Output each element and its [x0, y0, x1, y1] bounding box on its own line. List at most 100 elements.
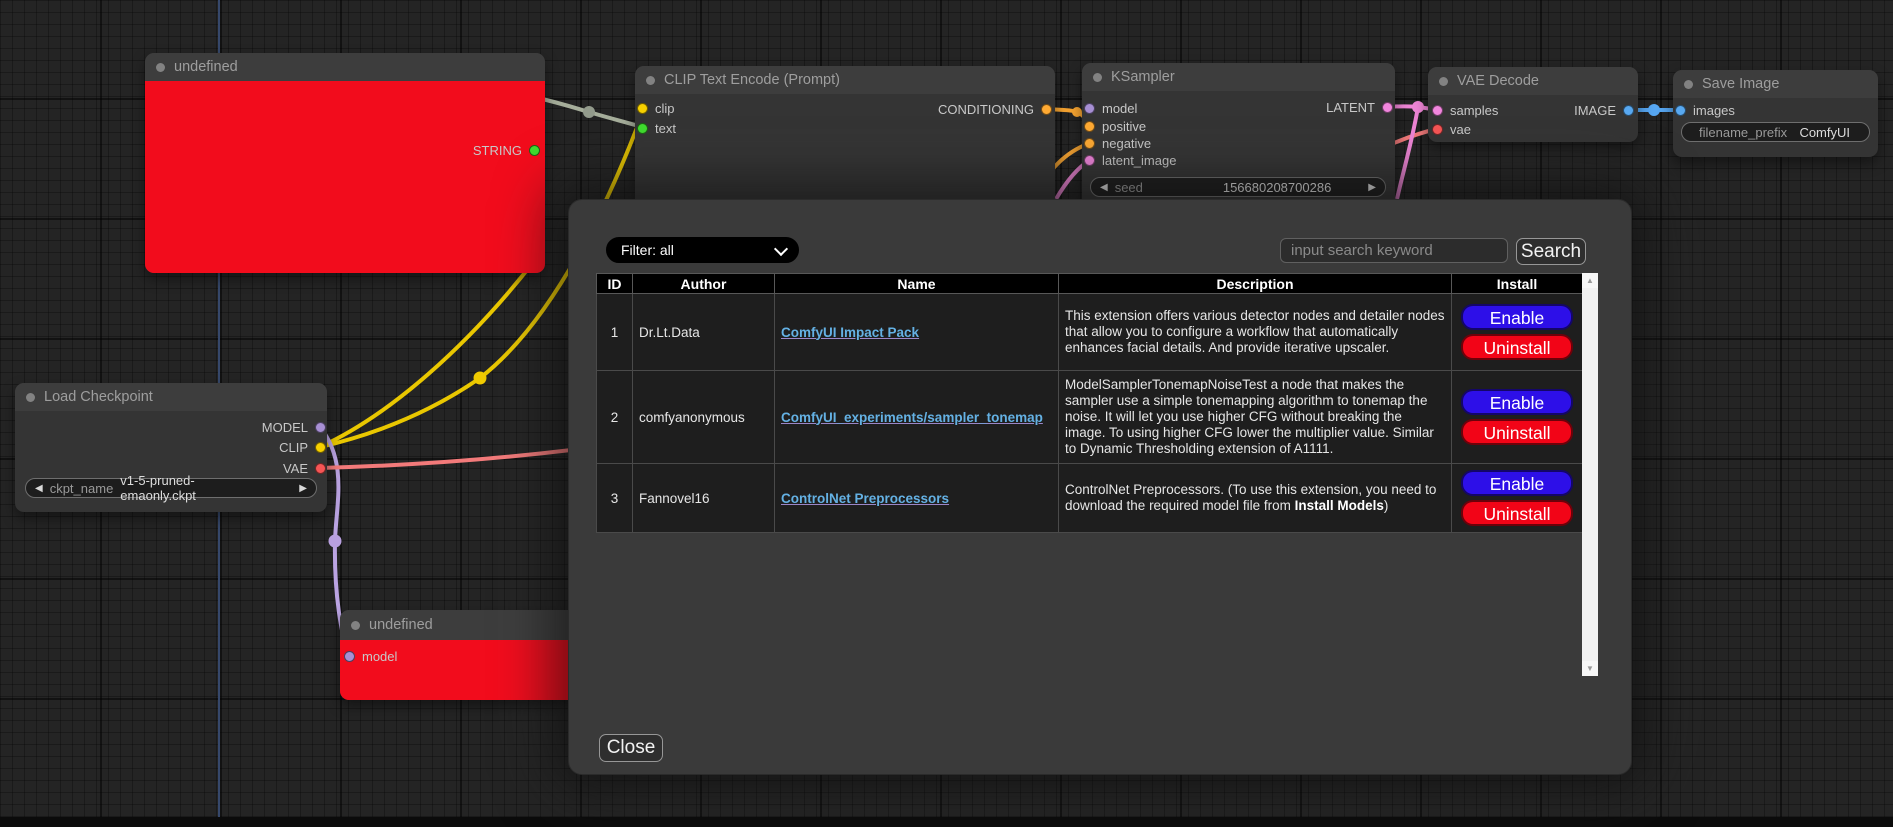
output-slot-string[interactable]: STRING: [473, 143, 540, 157]
slot-dot-clip[interactable]: [637, 103, 648, 114]
slot-dot-positive[interactable]: [1084, 121, 1095, 132]
node-clip-header[interactable]: CLIP Text Encode (Prompt): [635, 66, 1055, 94]
cell-description: This extension offers various detector n…: [1059, 294, 1452, 371]
reroute-dot-latent[interactable]: [1412, 101, 1424, 113]
prev-arrow-icon[interactable]: ◀: [35, 483, 43, 494]
slot-dot-samples[interactable]: [1432, 105, 1443, 116]
slot-label: MODEL: [262, 420, 308, 435]
table-scrollbar[interactable]: ▲ ▼: [1582, 273, 1598, 676]
enable-button[interactable]: Enable: [1461, 470, 1573, 496]
slot-dot-latent-image[interactable]: [1084, 155, 1095, 166]
node-ksampler-header[interactable]: KSampler: [1082, 63, 1395, 91]
search-button[interactable]: Search: [1516, 238, 1586, 265]
input-slot-clip[interactable]: clip: [637, 101, 675, 115]
input-slot-model[interactable]: model: [344, 649, 397, 663]
reroute-dot-conditioning[interactable]: [1072, 107, 1082, 117]
slot-dot-model-in[interactable]: [344, 651, 355, 662]
cell-author: Fannovel16: [633, 464, 775, 533]
node-status-dot: [26, 393, 35, 402]
seed-widget[interactable]: ◀ seed 156680208700286 ▶: [1090, 177, 1386, 197]
ckpt-name-widget[interactable]: ◀ ckpt_name v1-5-pruned-emaonly.ckpt ▶: [25, 478, 317, 498]
node-vae-decode[interactable]: VAE Decode samples vae IMAGE: [1428, 67, 1638, 142]
slot-label: images: [1693, 103, 1735, 118]
node-load-checkpoint-header[interactable]: Load Checkpoint: [15, 383, 327, 411]
node-save-image[interactable]: Save Image images filename_prefix ComfyU…: [1673, 70, 1878, 157]
slot-dot-model[interactable]: [1084, 103, 1095, 114]
input-slot-latent-image[interactable]: latent_image: [1084, 153, 1176, 167]
input-slot-images[interactable]: images: [1675, 103, 1735, 117]
input-slot-vae[interactable]: vae: [1432, 122, 1471, 136]
output-slot-model[interactable]: MODEL: [262, 420, 326, 434]
node-status-dot: [156, 63, 165, 72]
node-undefined-top-header[interactable]: undefined: [145, 53, 545, 81]
input-slot-samples[interactable]: samples: [1432, 103, 1498, 117]
next-arrow-icon[interactable]: ▶: [299, 483, 307, 494]
filter-dropdown-wrap: Filter: all: [606, 237, 799, 263]
slot-label: vae: [1450, 122, 1471, 137]
node-title: VAE Decode: [1457, 73, 1539, 89]
node-graph-canvas[interactable]: undefined STRING CLIP Text Encode (Promp…: [0, 0, 1893, 827]
node-vae-header[interactable]: VAE Decode: [1428, 67, 1638, 95]
widget-value: v1-5-pruned-emaonly.ckpt: [120, 473, 270, 503]
output-slot-image[interactable]: IMAGE: [1574, 103, 1634, 117]
slot-dot-negative[interactable]: [1084, 138, 1095, 149]
slot-dot-image[interactable]: [1623, 105, 1634, 116]
slot-dot-images[interactable]: [1675, 105, 1686, 116]
node-save-header[interactable]: Save Image: [1673, 70, 1878, 98]
filename-prefix-widget[interactable]: filename_prefix ComfyUI: [1681, 122, 1870, 142]
input-slot-positive[interactable]: positive: [1084, 119, 1146, 133]
slot-dot-vae-out[interactable]: [315, 463, 326, 474]
wire-latent-branch: [1397, 107, 1418, 199]
close-button[interactable]: Close: [599, 734, 663, 762]
extension-link[interactable]: ComfyUI Impact Pack: [781, 325, 919, 340]
input-slot-negative[interactable]: negative: [1084, 136, 1151, 150]
uninstall-button[interactable]: Uninstall: [1461, 500, 1573, 526]
header-description: Description: [1059, 274, 1452, 294]
enable-button[interactable]: Enable: [1461, 389, 1573, 415]
slot-dot-string[interactable]: [529, 145, 540, 156]
filter-dropdown[interactable]: Filter: all: [606, 237, 799, 263]
slot-label: IMAGE: [1574, 103, 1616, 118]
input-slot-text[interactable]: text: [637, 121, 676, 135]
slot-dot-latent[interactable]: [1382, 102, 1393, 113]
slot-label: VAE: [283, 461, 308, 476]
node-undefined-top[interactable]: undefined STRING: [145, 53, 545, 273]
node-load-checkpoint[interactable]: Load Checkpoint MODEL CLIP VAE ◀ ckpt_na…: [15, 383, 327, 512]
reroute-dot-clip[interactable]: [474, 372, 487, 385]
input-slot-model[interactable]: model: [1084, 101, 1137, 115]
slot-label: STRING: [473, 143, 522, 158]
widget-value: 156680208700286: [1223, 180, 1331, 195]
extension-link[interactable]: ControlNet Preprocessors: [781, 491, 949, 506]
node-ksampler[interactable]: KSampler model positive negative latent_…: [1082, 63, 1395, 213]
node-title: CLIP Text Encode (Prompt): [664, 72, 840, 88]
reroute-dot-image[interactable]: [1648, 104, 1660, 116]
slot-dot-conditioning[interactable]: [1041, 104, 1052, 115]
cell-author: Dr.Lt.Data: [633, 294, 775, 371]
header-name: Name: [775, 274, 1059, 294]
scroll-down-icon[interactable]: ▼: [1582, 661, 1598, 676]
output-slot-vae[interactable]: VAE: [283, 461, 326, 475]
extension-link[interactable]: ComfyUI_experiments/sampler_tonemap: [781, 410, 1043, 425]
slot-dot-text[interactable]: [637, 123, 648, 134]
decrement-arrow-icon[interactable]: ◀: [1100, 182, 1108, 193]
uninstall-button[interactable]: Uninstall: [1461, 334, 1573, 360]
widget-label: seed: [1115, 180, 1143, 195]
node-title: KSampler: [1111, 69, 1175, 85]
output-slot-clip[interactable]: CLIP: [279, 440, 326, 454]
slot-dot-model-out[interactable]: [315, 422, 326, 433]
slot-dot-vae[interactable]: [1432, 124, 1443, 135]
output-slot-latent[interactable]: LATENT: [1326, 100, 1393, 114]
table-row: 3 Fannovel16 ControlNet Preprocessors Co…: [597, 464, 1583, 533]
increment-arrow-icon[interactable]: ▶: [1368, 182, 1376, 193]
uninstall-button[interactable]: Uninstall: [1461, 419, 1573, 445]
enable-button[interactable]: Enable: [1461, 304, 1573, 330]
slot-dot-clip-out[interactable]: [315, 442, 326, 453]
scroll-up-icon[interactable]: ▲: [1582, 273, 1598, 288]
output-slot-conditioning[interactable]: CONDITIONING: [938, 102, 1052, 116]
slot-label: clip: [655, 101, 675, 116]
cell-install: Enable Uninstall: [1452, 371, 1583, 464]
reroute-dot-string[interactable]: [583, 106, 595, 118]
node-status-dot: [1093, 73, 1102, 82]
search-input[interactable]: [1280, 238, 1508, 263]
reroute-dot-model[interactable]: [329, 535, 342, 548]
